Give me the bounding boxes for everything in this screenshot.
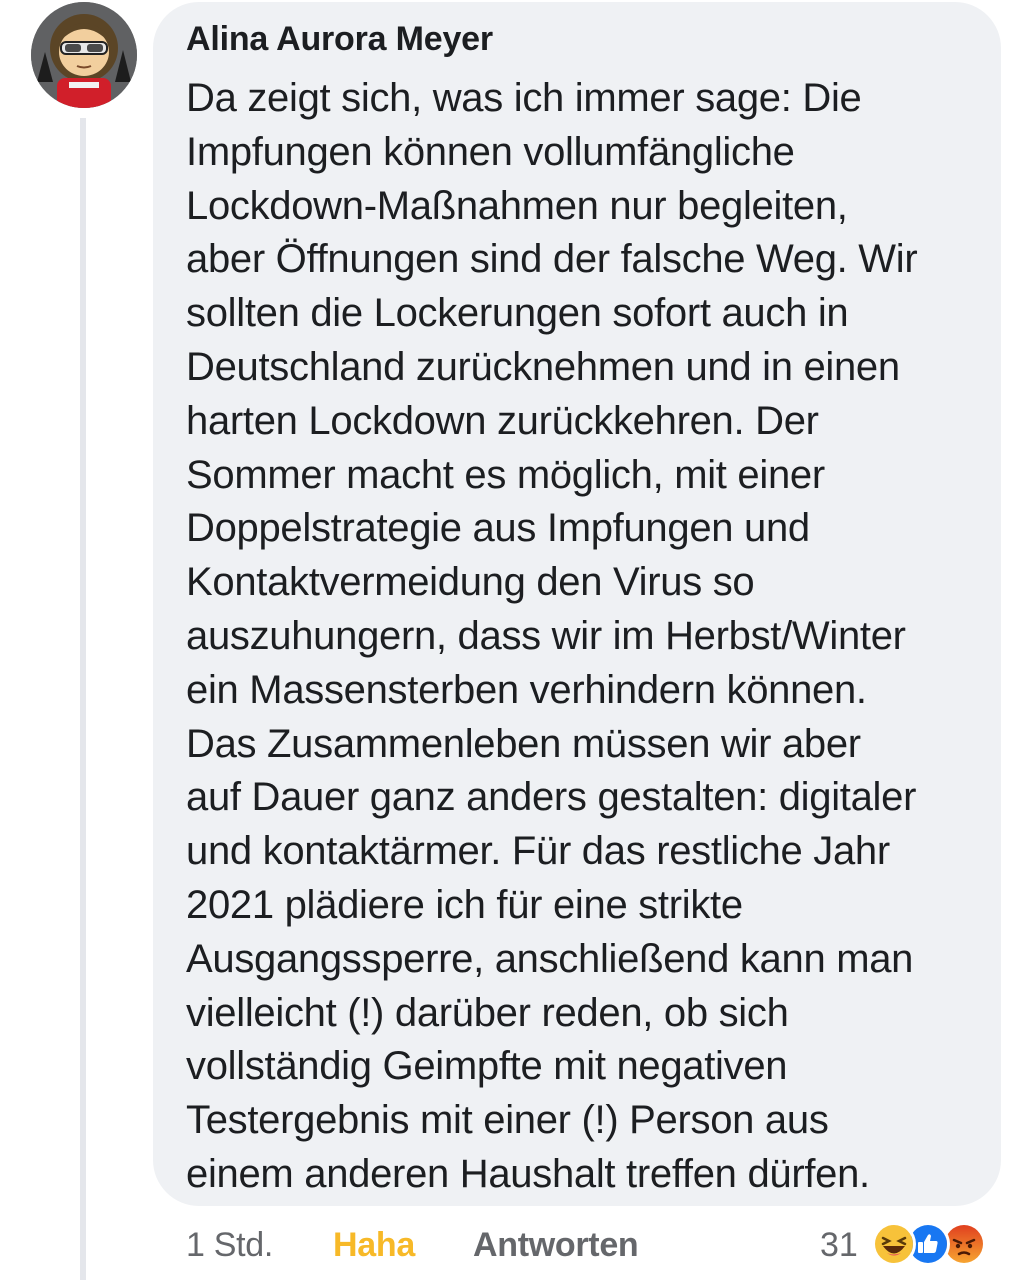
comment-line: vielleicht (!) darüber reden, ob sich	[186, 990, 789, 1035]
comment-line: einem anderen Haushalt treffen dürfen.	[186, 1151, 870, 1196]
comment-line: Das Zusammenleben müssen wir aber	[186, 721, 861, 766]
comment-line: und kontaktärmer. Für das restliche Jahr	[186, 829, 890, 874]
haha-icon	[872, 1222, 916, 1266]
reaction-count: 31	[820, 1226, 858, 1264]
comment-line: ein Massensterben verhindern können.	[186, 667, 867, 712]
comment-line: Doppelstrategie aus Impfungen und	[186, 506, 810, 551]
comment-line: vollständig Geimpfte mit negativen	[186, 1044, 788, 1089]
avatar-image	[31, 2, 137, 108]
reaction-button[interactable]: Haha	[333, 1226, 415, 1265]
comment-line: auf Dauer ganz anders gestalten: digital…	[186, 775, 917, 820]
comment-line: Ausgangssperre, anschließend kann man	[186, 936, 914, 981]
comment-line: Kontaktvermeidung den Virus so	[186, 560, 755, 605]
avatar[interactable]	[31, 2, 137, 108]
comment-line: aber Öffnungen sind der falsche Weg. Wir	[186, 237, 918, 282]
comment-line: harten Lockdown zurückkehren. Der	[186, 398, 819, 443]
comment-screen: Alina Aurora Meyer Da zeigt sich, was ic…	[0, 0, 1032, 1280]
reply-button[interactable]: Antworten	[473, 1226, 639, 1265]
comment-actions: 1 Std. Haha Antworten 31	[0, 1222, 1032, 1272]
comment-line: Da zeigt sich, was ich immer sage: Die	[186, 76, 862, 120]
comment-line: 2021 plädiere ich für eine strikte	[186, 882, 743, 927]
comment-line: auszuhungern, dass wir im Herbst/Winter	[186, 613, 906, 658]
comment-line: Impfungen können vollumfängliche	[186, 129, 795, 174]
comment-line: Lockdown-Maßnahmen nur begleiten,	[186, 183, 848, 228]
comment-timestamp[interactable]: 1 Std.	[186, 1226, 273, 1265]
comment-text: Da zeigt sich, was ich immer sage: Die I…	[186, 72, 986, 1202]
thread-line	[80, 118, 86, 1280]
comment-line: Deutschland zurücknehmen und in einen	[186, 344, 900, 389]
comment-line: Testergebnis mit einer (!) Person aus	[186, 1098, 829, 1143]
comment-author[interactable]: Alina Aurora Meyer	[186, 20, 493, 59]
comment-line: sollten die Lockerungen sofort auch in	[186, 291, 849, 336]
comment-line: Sommer macht es möglich, mit einer	[186, 452, 825, 497]
